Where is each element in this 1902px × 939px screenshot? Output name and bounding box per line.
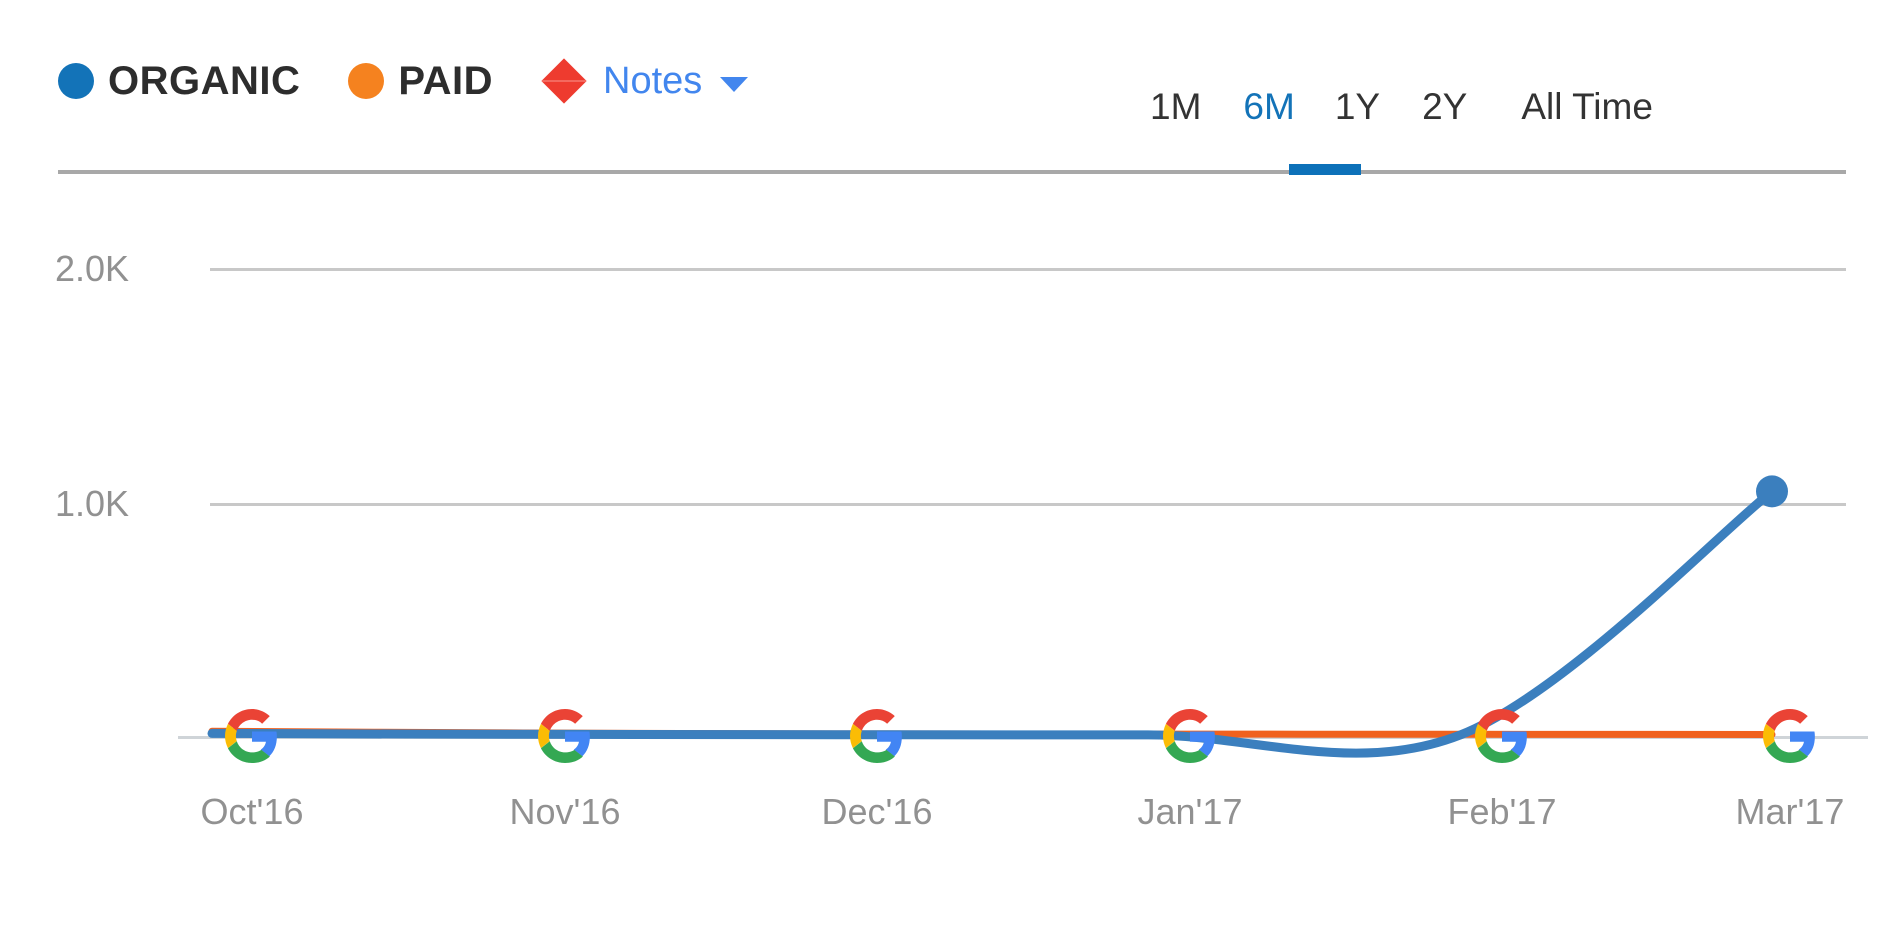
google-g-icon[interactable] — [1163, 709, 1217, 763]
chart-header: ORGANIC PAID Notes 1M 6M 1Y 2Y All Time — [0, 0, 1902, 176]
x-axis-tick-nov16: Nov'16 — [509, 791, 621, 832]
x-axis-tick-mar17: Mar'17 — [1735, 791, 1845, 832]
range-tab-6m[interactable]: 6M — [1243, 86, 1294, 128]
notes-dropdown[interactable]: Notes — [541, 58, 749, 104]
google-g-icon[interactable] — [538, 709, 592, 763]
notes-label: Notes — [603, 60, 703, 102]
chevron-down-icon[interactable] — [720, 76, 749, 92]
google-g-icon[interactable] — [850, 709, 904, 763]
traffic-chart-panel: ORGANIC PAID Notes 1M 6M 1Y 2Y All Time — [0, 0, 1902, 939]
organic-series-endpoint-marker — [1756, 475, 1788, 508]
notes-diamond-icon — [541, 58, 587, 104]
range-tab-1m[interactable]: 1M — [1150, 86, 1201, 128]
paid-series-dot-icon — [348, 63, 385, 99]
range-tab-all-time[interactable]: All Time — [1521, 86, 1653, 128]
google-g-icon[interactable] — [1763, 709, 1817, 763]
header-divider — [58, 170, 1846, 174]
x-axis-tick-feb17: Feb'17 — [1447, 791, 1557, 832]
organic-series-dot-icon — [58, 63, 94, 99]
x-axis-tick-dec16: Dec'16 — [821, 791, 933, 832]
legend-label-organic: ORGANIC — [108, 59, 301, 103]
x-axis-labels: Oct'16 Nov'16 Dec'16 Jan'17 Feb'17 Mar'1… — [0, 794, 1902, 854]
legend-label-paid: PAID — [398, 59, 493, 103]
legend-item-organic[interactable]: ORGANIC — [58, 61, 300, 101]
chart-legend: ORGANIC PAID Notes — [58, 58, 749, 104]
google-g-icon[interactable] — [1475, 709, 1529, 763]
google-g-icon[interactable] — [225, 709, 279, 763]
x-axis-tick-jan17: Jan'17 — [1137, 791, 1243, 832]
time-range-selector: 1M 6M 1Y 2Y All Time — [1150, 86, 1653, 128]
x-axis-tick-oct16: Oct'16 — [200, 791, 304, 832]
organic-series-line — [207, 486, 1777, 758]
range-tab-2y[interactable]: 2Y — [1422, 86, 1467, 128]
chart-area: 2.0K 1.0K Oct'16 Nov'16 Dec'16 Jan'17 Fe… — [0, 176, 1902, 939]
range-tab-1y[interactable]: 1Y — [1335, 86, 1380, 128]
legend-item-paid[interactable]: PAID — [348, 61, 493, 101]
active-range-underline — [1289, 164, 1361, 175]
